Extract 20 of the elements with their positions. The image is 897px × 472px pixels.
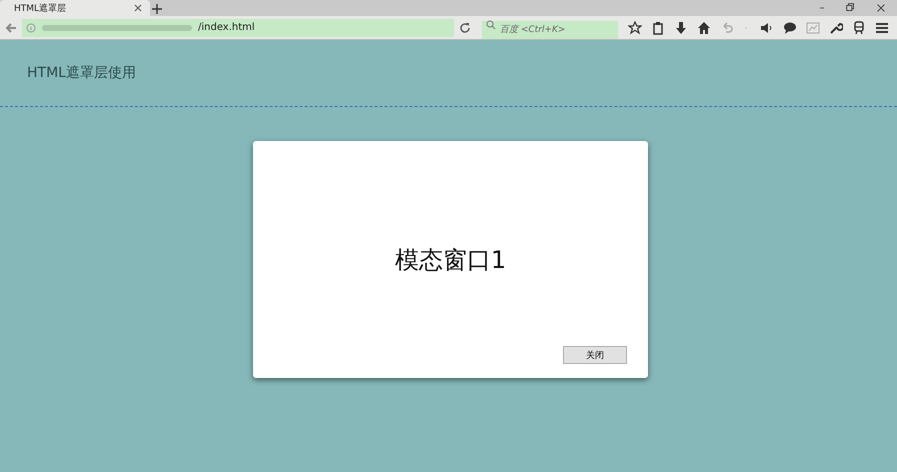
back-arrow-icon[interactable]: [4, 20, 18, 34]
close-icon[interactable]: [134, 4, 142, 12]
url-text: /index.html: [198, 22, 255, 33]
search-field[interactable]: 百度 <Ctrl+K>: [482, 20, 618, 38]
star-icon[interactable]: [628, 20, 642, 34]
plus-icon[interactable]: [150, 2, 164, 16]
home-icon[interactable]: [697, 20, 711, 34]
download-icon[interactable]: [674, 20, 688, 34]
menu-icon[interactable]: [875, 20, 889, 34]
train-icon[interactable]: [852, 20, 866, 34]
page-heading: HTML遮罩层使用: [27, 64, 136, 82]
clipboard-icon[interactable]: [651, 20, 665, 34]
chat-bubble-icon[interactable]: [783, 20, 797, 34]
browser-tab[interactable]: HTML遮罩层: [0, 0, 150, 16]
wrench-icon[interactable]: [829, 20, 843, 34]
modal-title: 模态窗口1: [394, 244, 506, 276]
speaker-icon[interactable]: [760, 20, 774, 34]
reload-icon[interactable]: [458, 20, 472, 34]
close-button[interactable]: 关闭: [563, 346, 627, 364]
address-bar[interactable]: /index.html: [22, 18, 454, 36]
